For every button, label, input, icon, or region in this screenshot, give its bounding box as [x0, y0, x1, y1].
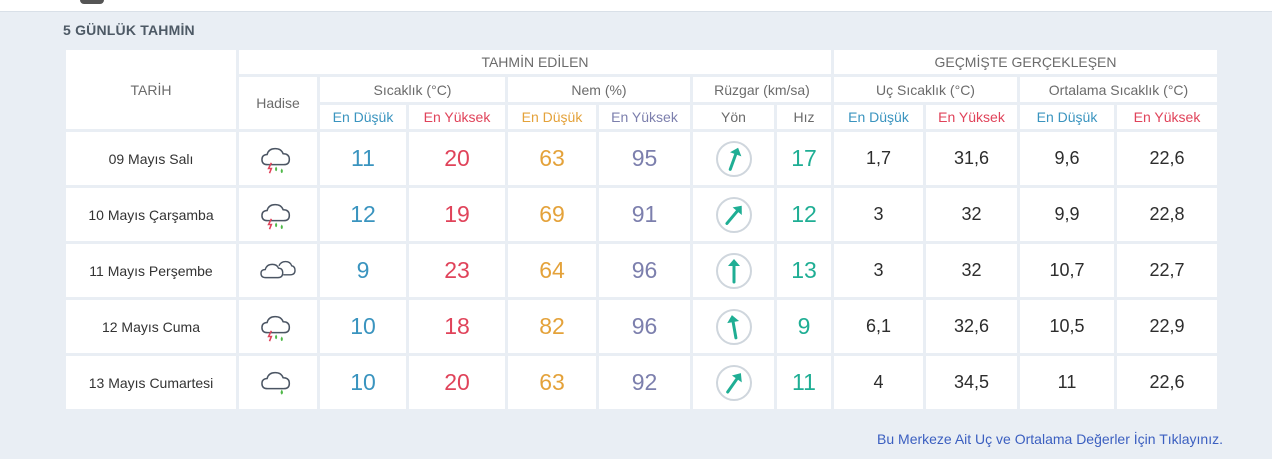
extreme-high-cell: 32,6: [926, 300, 1017, 353]
wind-direction-arrow-icon: [715, 308, 753, 346]
wind-direction-cell: [693, 300, 774, 353]
table-row: 12 Mayıs Cuma 10 18 82 96 9 6,1 32,6 10,5 22,9: [66, 300, 1217, 353]
avg-low-cell: 10,7: [1020, 244, 1114, 297]
wind-direction-cell: [693, 356, 774, 409]
humidity-high-cell: 96: [599, 300, 690, 353]
extreme-high-cell: 32: [926, 244, 1017, 297]
header-wind: Rüzgar (km/sa): [693, 77, 831, 102]
humidity-low-cell: 63: [508, 132, 596, 185]
wind-direction-cell: [693, 188, 774, 241]
humidity-low-cell: 69: [508, 188, 596, 241]
event-cell: [239, 132, 317, 185]
header-temp-low: En Düşük: [320, 105, 406, 129]
temp-high-cell: 20: [409, 356, 505, 409]
thunderstorm-rain-icon: [258, 310, 298, 344]
temp-high-cell: 20: [409, 132, 505, 185]
wind-direction-arrow-icon: [715, 140, 753, 178]
header-date: TARİH: [66, 50, 236, 129]
humidity-low-cell: 64: [508, 244, 596, 297]
header-temp-high: En Yüksek: [409, 105, 505, 129]
header-extreme-low: En Düşük: [834, 105, 923, 129]
header-wind-speed: Hız: [777, 105, 831, 129]
event-cell: [239, 244, 317, 297]
wind-speed-cell: 11: [777, 356, 831, 409]
avg-high-cell: 22,6: [1117, 132, 1217, 185]
extreme-high-cell: 34,5: [926, 356, 1017, 409]
temp-low-cell: 10: [320, 356, 406, 409]
wind-speed-cell: 9: [777, 300, 831, 353]
extreme-low-cell: 4: [834, 356, 923, 409]
forecast-table: TARİH TAHMİN EDİLEN GEÇMİŞTE GERÇEKLEŞEN…: [63, 47, 1220, 412]
wind-speed-cell: 13: [777, 244, 831, 297]
section-title: 5 GÜNLÜK TAHMİN: [63, 22, 195, 38]
wind-direction-cell: [693, 244, 774, 297]
table-row: 10 Mayıs Çarşamba 12 19 69 91 12 3 32 9,9 22,8: [66, 188, 1217, 241]
temp-low-cell: 12: [320, 188, 406, 241]
temp-high-cell: 23: [409, 244, 505, 297]
cloudy-icon: [258, 254, 298, 288]
event-cell: [239, 300, 317, 353]
temp-low-cell: 9: [320, 244, 406, 297]
header-event: Hadise: [239, 77, 317, 129]
header-humidity-low: En Düşük: [508, 105, 596, 129]
header-past: GEÇMİŞTE GERÇEKLEŞEN: [834, 50, 1217, 74]
header-avg-temp: Ortalama Sıcaklık (°C): [1020, 77, 1217, 102]
humidity-low-cell: 82: [508, 300, 596, 353]
extreme-low-cell: 3: [834, 244, 923, 297]
wind-speed-cell: 17: [777, 132, 831, 185]
avg-high-cell: 22,6: [1117, 356, 1217, 409]
date-cell: 10 Mayıs Çarşamba: [66, 188, 236, 241]
wind-direction-arrow-icon: [715, 252, 753, 290]
event-cell: [239, 188, 317, 241]
header-extreme-high: En Yüksek: [926, 105, 1017, 129]
extreme-low-cell: 3: [834, 188, 923, 241]
temp-low-cell: 10: [320, 300, 406, 353]
table-row: 13 Mayıs Cumartesi 10 20 63 92 11 4 34,5 11 22,6: [66, 356, 1217, 409]
table-row: 09 Mayıs Salı 11 20 63 95 17 1,7 31,6 9,6 22,6: [66, 132, 1217, 185]
humidity-high-cell: 96: [599, 244, 690, 297]
cloud-rain-icon: [258, 366, 298, 400]
wind-speed-cell: 12: [777, 188, 831, 241]
wind-direction-arrow-icon: [715, 196, 753, 234]
event-cell: [239, 356, 317, 409]
table-row: 11 Mayıs Perşembe 9 23 64 96 13 3 32 10,7 22,7: [66, 244, 1217, 297]
top-bar: [0, 0, 1272, 12]
logo: [80, 0, 104, 4]
header-avg-low: En Düşük: [1020, 105, 1114, 129]
header-humidity: Nem (%): [508, 77, 690, 102]
humidity-low-cell: 63: [508, 356, 596, 409]
header-extreme-temp: Uç Sıcaklık (°C): [834, 77, 1017, 102]
date-cell: 11 Mayıs Perşembe: [66, 244, 236, 297]
extreme-high-cell: 31,6: [926, 132, 1017, 185]
wind-direction-arrow-icon: [715, 364, 753, 402]
header-wind-direction: Yön: [693, 105, 774, 129]
date-cell: 09 Mayıs Salı: [66, 132, 236, 185]
station-values-link[interactable]: Bu Merkeze Ait Uç ve Ortalama Değerler İ…: [877, 431, 1223, 447]
header-humidity-high: En Yüksek: [599, 105, 690, 129]
thunderstorm-rain-icon: [258, 198, 298, 232]
header-forecast: TAHMİN EDİLEN: [239, 50, 831, 74]
avg-high-cell: 22,8: [1117, 188, 1217, 241]
thunderstorm-rain-icon: [258, 142, 298, 176]
humidity-high-cell: 91: [599, 188, 690, 241]
avg-low-cell: 11: [1020, 356, 1114, 409]
avg-high-cell: 22,7: [1117, 244, 1217, 297]
avg-low-cell: 9,9: [1020, 188, 1114, 241]
extreme-high-cell: 32: [926, 188, 1017, 241]
date-cell: 13 Mayıs Cumartesi: [66, 356, 236, 409]
header-avg-high: En Yüksek: [1117, 105, 1217, 129]
temp-high-cell: 19: [409, 188, 505, 241]
wind-direction-cell: [693, 132, 774, 185]
avg-low-cell: 9,6: [1020, 132, 1114, 185]
header-temperature: Sıcaklık (°C): [320, 77, 505, 102]
avg-high-cell: 22,9: [1117, 300, 1217, 353]
avg-low-cell: 10,5: [1020, 300, 1114, 353]
temp-high-cell: 18: [409, 300, 505, 353]
humidity-high-cell: 95: [599, 132, 690, 185]
extreme-low-cell: 6,1: [834, 300, 923, 353]
humidity-high-cell: 92: [599, 356, 690, 409]
date-cell: 12 Mayıs Cuma: [66, 300, 236, 353]
extreme-low-cell: 1,7: [834, 132, 923, 185]
temp-low-cell: 11: [320, 132, 406, 185]
